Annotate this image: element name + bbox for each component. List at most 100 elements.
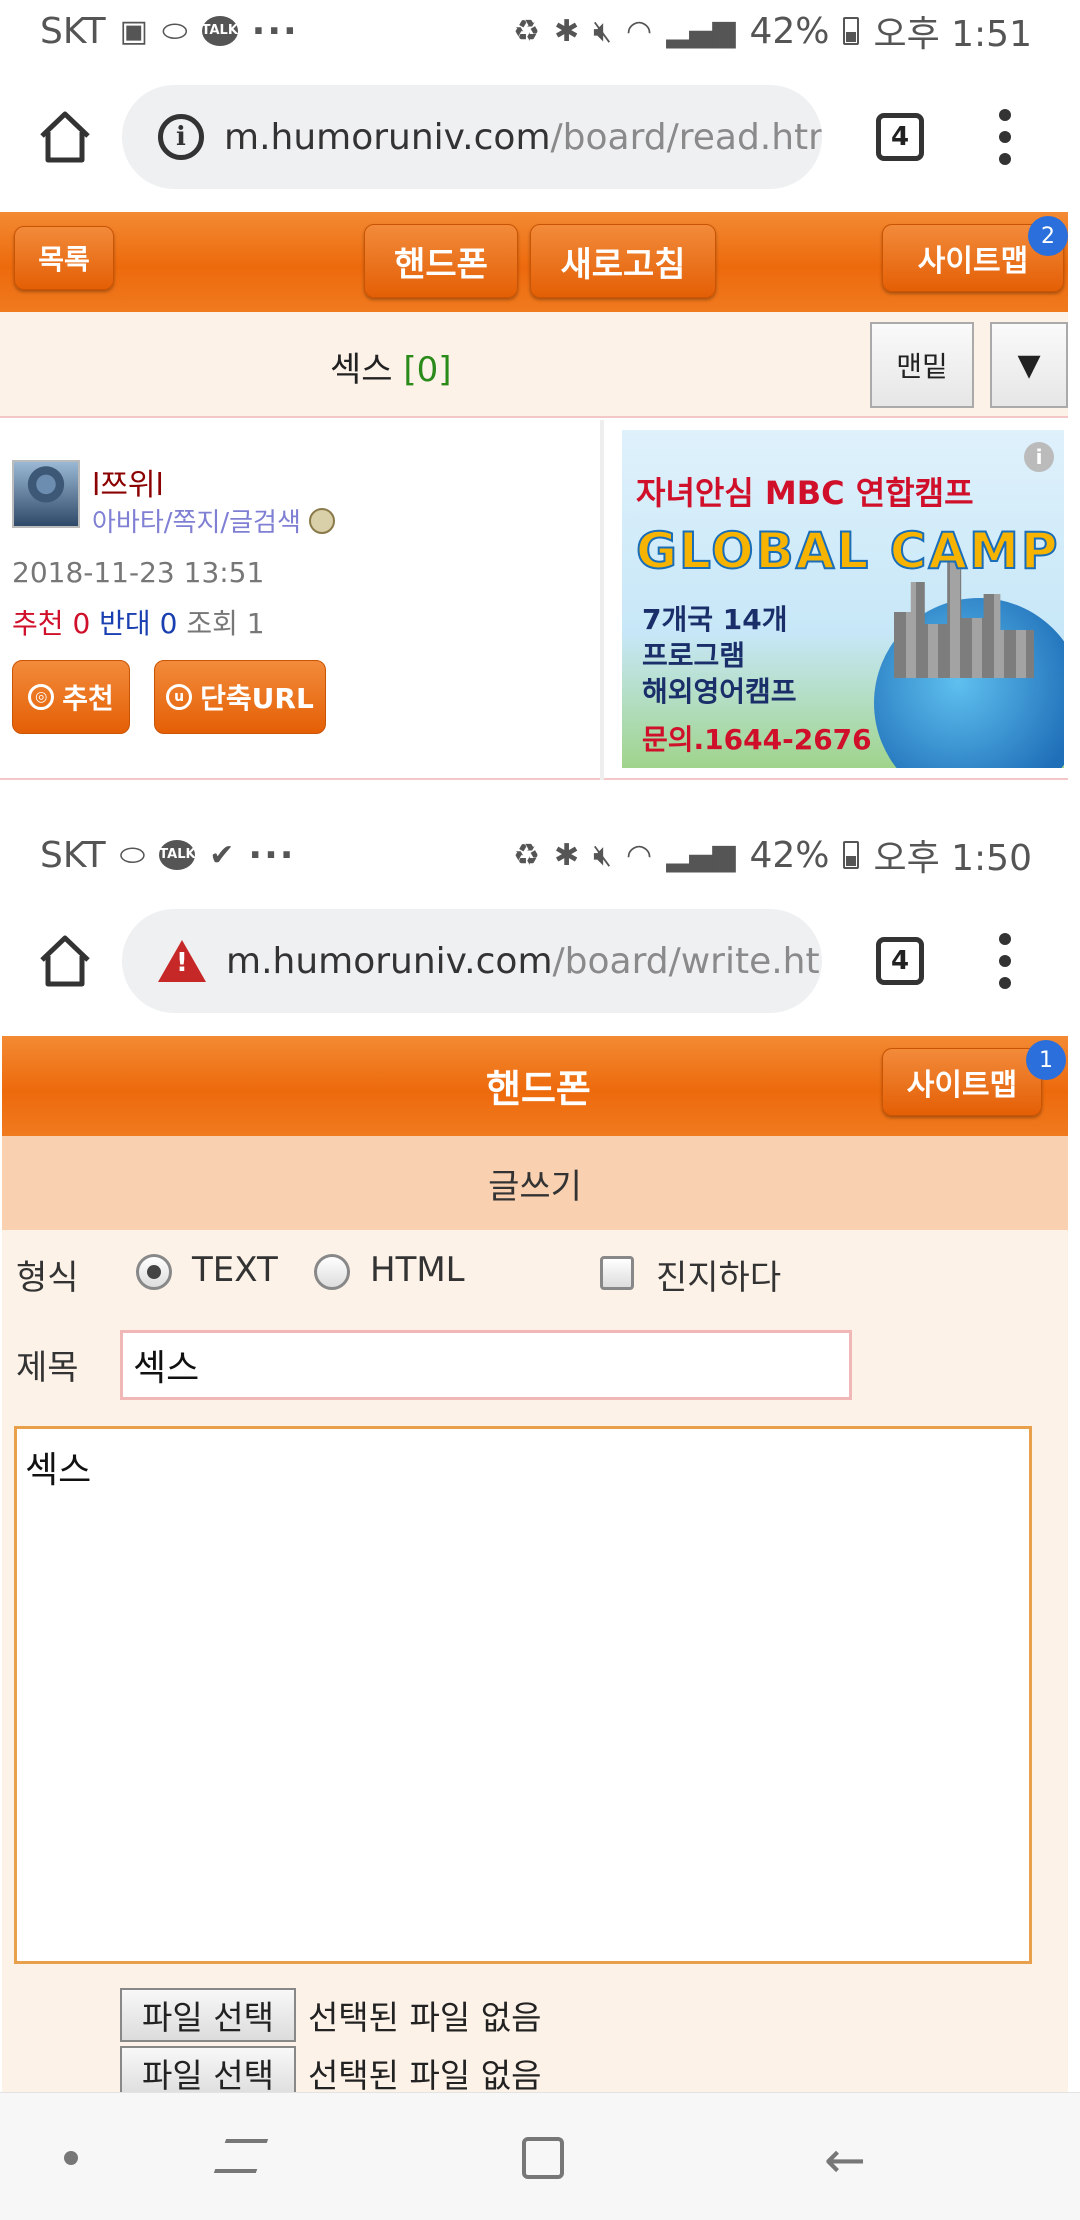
more-notifications-icon: ···	[248, 834, 296, 876]
ad-contact: 문의.1644-2676	[642, 723, 872, 756]
vertical-divider	[600, 420, 604, 780]
serious-label: 진지하다	[656, 1258, 782, 1298]
sitemap-badge: 1	[1026, 1040, 1066, 1080]
mute-icon: 🔇︎	[593, 13, 613, 49]
recommend-count: 0	[72, 607, 91, 640]
write-site-header: 핸드폰 사이트맵 1	[2, 1036, 1068, 1136]
battery-percent: 42%	[749, 10, 830, 52]
back-icon[interactable]: ←	[824, 2131, 866, 2189]
format-text-label: TEXT	[192, 1250, 278, 1290]
home-icon[interactable]	[36, 108, 94, 166]
dropdown-icon[interactable]: ▼	[990, 322, 1068, 408]
short-url-button[interactable]: u 단축URL	[154, 660, 326, 734]
post-title-text: 섹스	[330, 350, 393, 390]
url-path: /board/read.htm	[550, 116, 822, 158]
more-notifications-icon: ···	[251, 10, 299, 52]
browser-toolbar-bottom: m.humoruniv.com/board/write.htm 4	[0, 886, 1080, 1036]
post-title-row: 섹스 [0] 맨밑 ▼	[0, 312, 1068, 418]
go-bottom-button[interactable]: 맨밑	[870, 322, 974, 408]
board-title[interactable]: 핸드폰	[486, 1058, 591, 1113]
author-links-text[interactable]: 아바타/쪽지/글검색	[92, 502, 301, 539]
signal-icon: ▂▄▆	[666, 837, 736, 873]
signal-icon: ▂▄▆	[666, 13, 736, 49]
ad-brand: GLOBAL CAMP	[635, 521, 1060, 581]
clock: 오후 1:51	[873, 14, 1032, 55]
format-label: 형식	[16, 1258, 79, 1298]
ad-description-line3: 해외영어캠프	[642, 675, 797, 708]
write-subheader: 글쓰기	[2, 1136, 1068, 1230]
avatar[interactable]	[12, 460, 80, 528]
refresh-button[interactable]: 새로고침	[530, 224, 716, 298]
comment-count: [0]	[403, 350, 452, 390]
file-select-button[interactable]: 파일 선택	[120, 1988, 296, 2042]
url-icon: u	[166, 684, 193, 710]
file-status: 선택된 파일 없음	[307, 1998, 542, 2037]
recent-apps-icon[interactable]	[213, 2139, 269, 2173]
browser-toolbar-top: i m.humoruniv.com/board/read.htm 4	[0, 62, 1080, 212]
ad-headline: 자녀안심 MBC 연합캠프	[636, 474, 974, 512]
ad-banner[interactable]: i 자녀안심 MBC 연합캠프 GLOBAL CAMP 7개국 14개 프로그램…	[622, 430, 1064, 768]
body-textarea[interactable]: 섹스	[14, 1426, 1032, 1964]
recommend-button-label: 추천	[62, 682, 114, 715]
menu-icon[interactable]	[998, 109, 1012, 165]
address-bar[interactable]: m.humoruniv.com/board/write.htm	[122, 909, 822, 1013]
format-html-label: HTML	[370, 1250, 465, 1290]
ad-description: 7개국 14개 프로그램 해외영어캠프	[642, 602, 797, 710]
phone-board-button[interactable]: 핸드폰	[364, 224, 518, 298]
url-host: m.humoruniv.com	[224, 116, 551, 158]
format-text-radio[interactable]	[136, 1254, 172, 1290]
sitemap-button[interactable]: 사이트맵	[882, 1048, 1042, 1116]
ad-info-icon[interactable]: i	[1024, 442, 1054, 472]
oppose-label: 반대	[99, 607, 151, 640]
battery-percent: 42%	[749, 834, 830, 876]
battery-icon	[843, 841, 860, 869]
warning-icon[interactable]	[158, 940, 206, 982]
recommend-icon: ◎	[28, 684, 55, 710]
wifi-icon: ◠	[626, 13, 653, 49]
bluetooth-icon: ✱	[554, 837, 580, 873]
views-label: 조회	[186, 607, 238, 640]
file-row-1: 파일 선택 선택된 파일 없음	[120, 1988, 541, 2042]
system-nav-bar: ←	[0, 2092, 1080, 2220]
post-info-area: l쯔위l 아바타/쪽지/글검색 2018-11-23 13:51 추천 0 반대…	[0, 420, 1068, 780]
clock: 오후 1:50	[873, 838, 1032, 879]
post-stats: 추천 0 반대 0 조회 1	[12, 602, 265, 642]
recommend-button[interactable]: ◎ 추천	[12, 660, 130, 734]
menu-icon[interactable]	[998, 933, 1012, 989]
subject-label: 제목	[16, 1348, 79, 1388]
format-html-radio[interactable]	[314, 1254, 350, 1290]
checkmark-icon: ✔	[209, 837, 235, 873]
views-count: 1	[246, 607, 265, 640]
post-datetime: 2018-11-23 13:51	[12, 556, 265, 589]
home-icon[interactable]	[36, 932, 94, 990]
subject-input[interactable]: 섹스	[120, 1330, 852, 1400]
tab-switcher-button[interactable]: 4	[876, 113, 924, 161]
carrier-label: SKT	[40, 834, 106, 876]
oppose-count: 0	[159, 607, 178, 640]
carrier-label: SKT	[40, 10, 106, 52]
member-level-icon	[308, 507, 335, 534]
list-button[interactable]: 목록	[14, 226, 114, 290]
home-nav-icon[interactable]	[522, 2137, 564, 2179]
status-bar-top: SKT ▣ ⬭ TALK ··· ♻ ✱ 🔇︎ ◠ ▂▄▆ 42% 오후 1:5…	[0, 0, 1080, 62]
tab-switcher-button[interactable]: 4	[876, 937, 924, 985]
info-icon[interactable]: i	[158, 114, 204, 160]
ad-description-line1: 7개국 14개	[642, 603, 788, 636]
url-host: m.humoruniv.com	[226, 940, 553, 982]
talk-icon: TALK	[159, 840, 196, 870]
ad-description-line2: 프로그램	[642, 639, 746, 672]
url-path: /board/write.htm	[552, 940, 822, 982]
author-name[interactable]: l쯔위l	[92, 460, 164, 504]
sitemap-badge: 2	[1028, 216, 1068, 256]
battery-saver-icon: ♻	[513, 13, 540, 49]
read-site-header: 목록 핸드폰 새로고침 사이트맵 2	[0, 212, 1068, 312]
address-bar[interactable]: i m.humoruniv.com/board/read.htm	[122, 85, 822, 189]
pill-icon: ⬭	[119, 837, 146, 873]
battery-icon	[843, 17, 860, 45]
battery-saver-icon: ♻	[513, 837, 540, 873]
recommend-label: 추천	[12, 607, 64, 640]
file-status: 선택된 파일 없음	[307, 2056, 542, 2095]
serious-checkbox[interactable]	[600, 1256, 634, 1290]
wifi-icon: ◠	[626, 837, 653, 873]
post-title: 섹스 [0]	[330, 342, 452, 391]
